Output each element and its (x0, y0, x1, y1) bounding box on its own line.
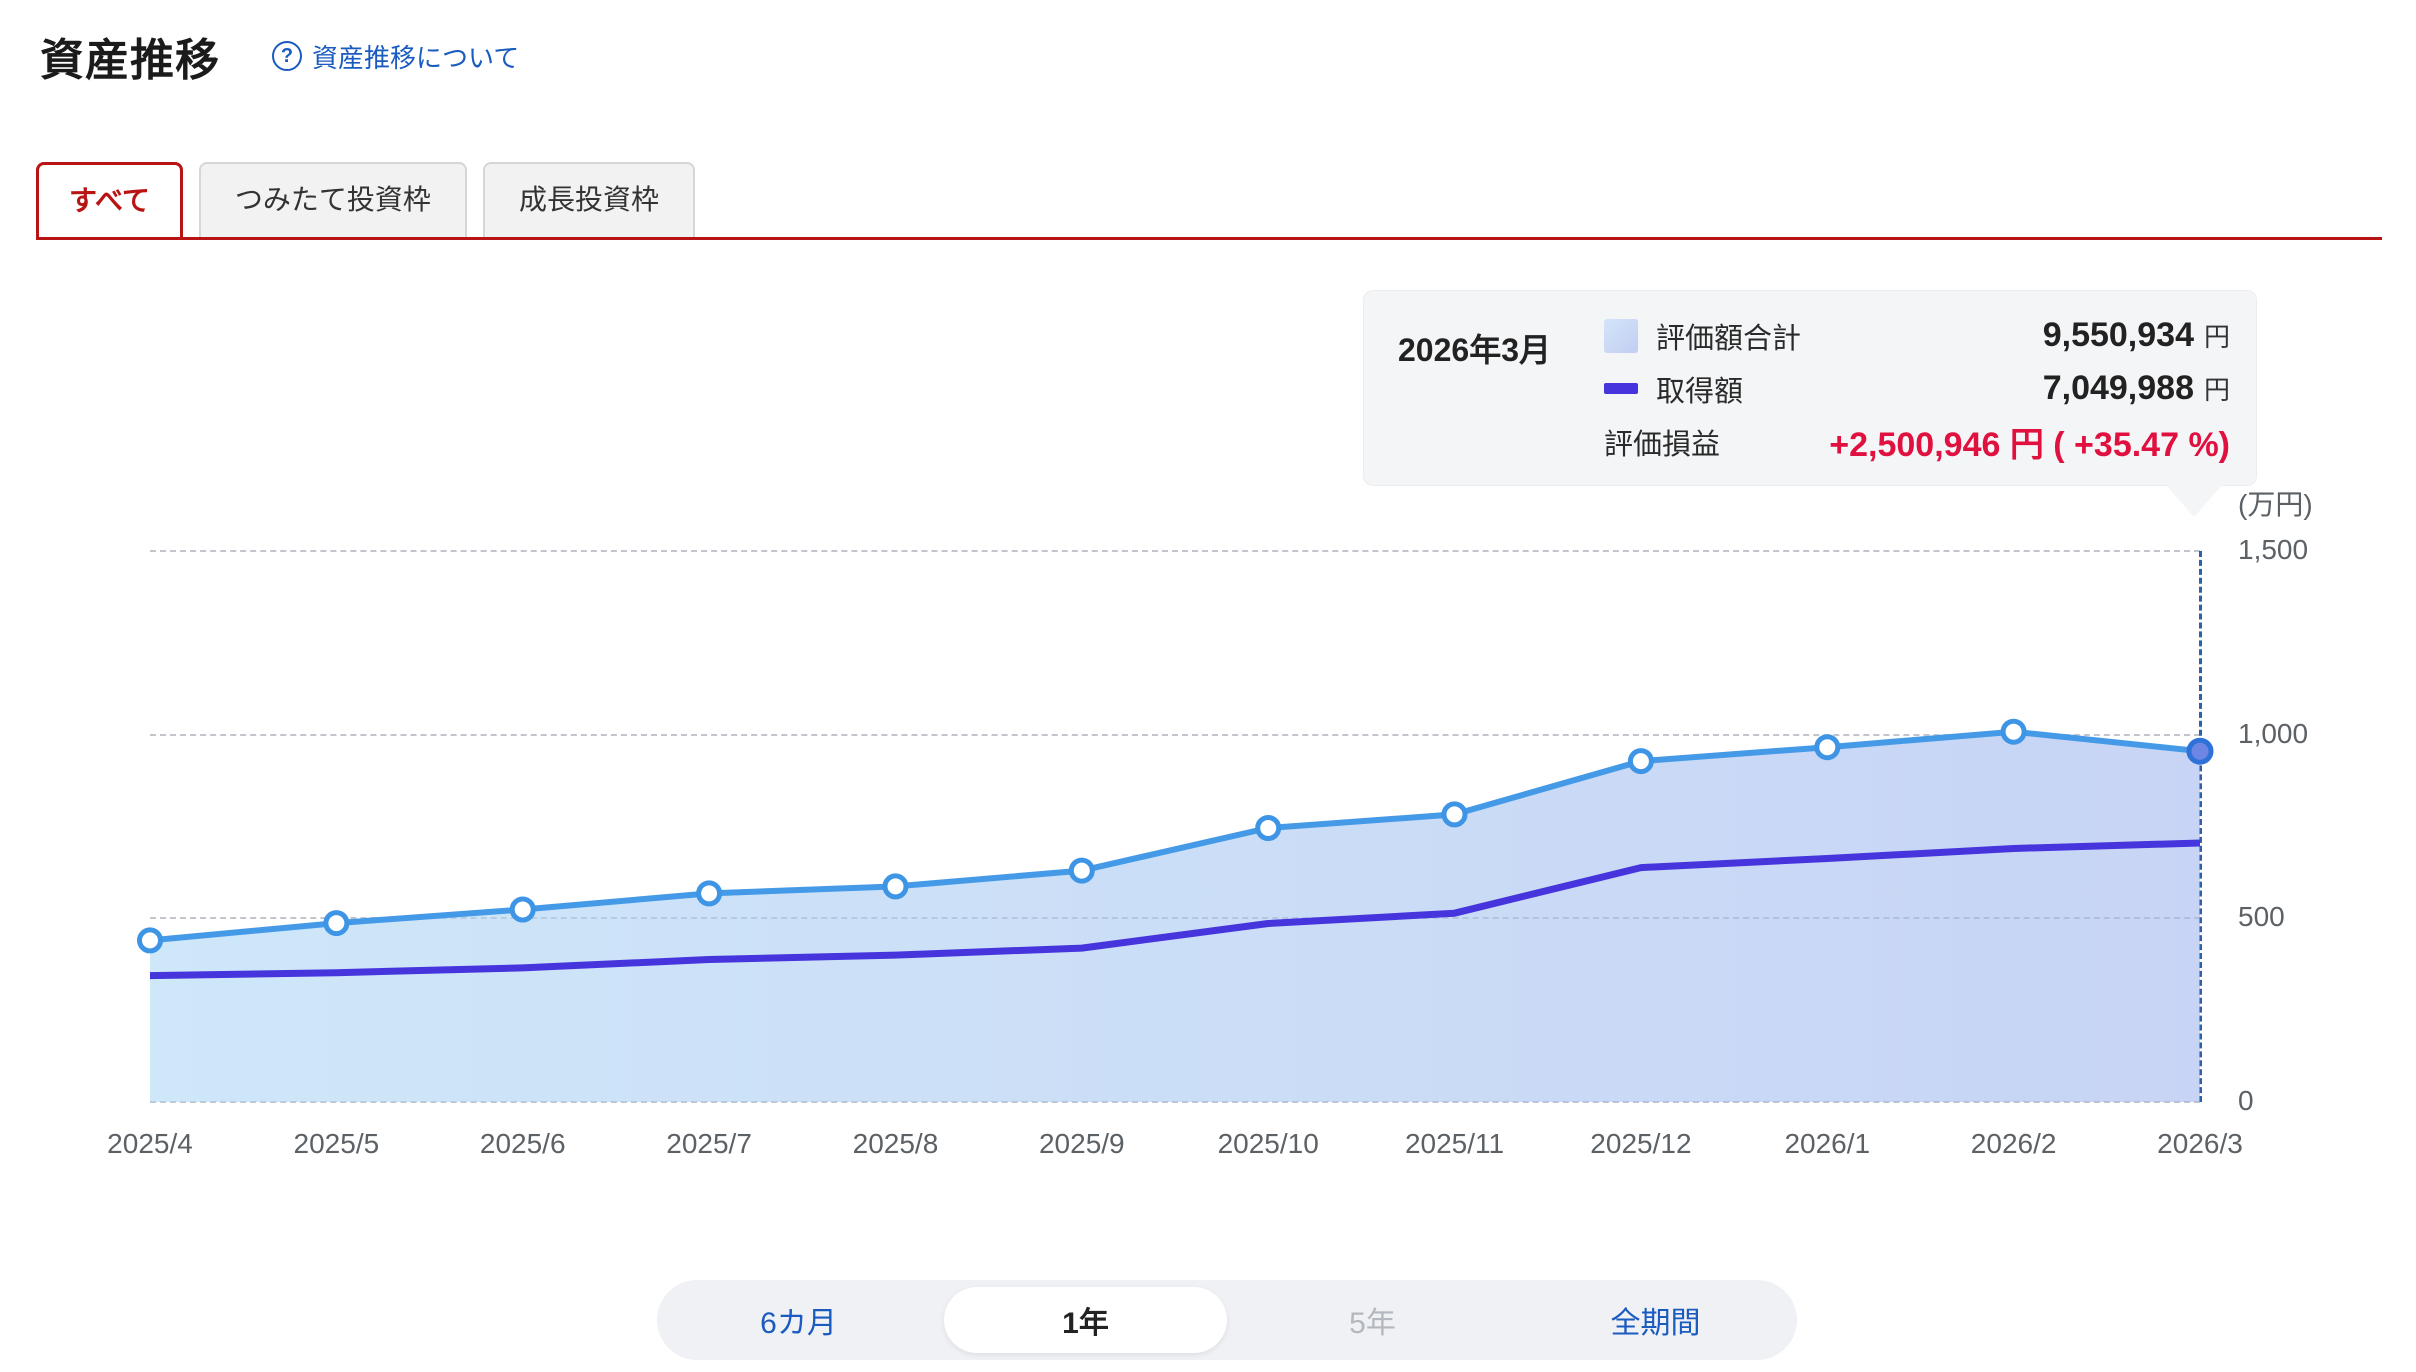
y-tick-label: 1,000 (2238, 717, 2309, 749)
period-all[interactable]: 全期間 (1514, 1287, 1797, 1353)
x-tick-label: 2025/9 (1038, 1128, 1125, 1159)
chart-tooltip: 2026年3月 評価額合計 9,550,934 円 取得額 7,049,988 円 … (1363, 290, 2257, 517)
data-point-marker[interactable] (1627, 748, 1654, 775)
data-point-marker[interactable] (137, 927, 163, 954)
acquisition-label: 取得額 (1656, 375, 1744, 408)
gridline (150, 1101, 2200, 1103)
valuation-value: 9,550,934 円 (2042, 316, 2230, 354)
valuation-line (149, 728, 2201, 944)
valuation-swatch (1604, 309, 1656, 362)
highlight-vline (2199, 551, 2202, 1102)
y-axis-unit-label: (万円) (2238, 489, 2313, 520)
asset-chart[interactable]: (万円) 0 500 1,000 1,500 2025/4 2025/5 2025/6 20… (0, 0, 2416, 1372)
data-point-marker[interactable] (323, 910, 350, 937)
y-tick-label: 0 (2238, 1085, 2254, 1116)
x-tick-label: 2025/7 (666, 1128, 752, 1159)
x-tick-label: 2025/6 (479, 1128, 566, 1159)
valuation-label: 評価額合計 (1656, 322, 1802, 355)
data-point-marker[interactable] (882, 873, 909, 900)
gridline (150, 550, 2200, 552)
tooltip-arrow (2166, 485, 2222, 517)
profit-label: 評価損益 (1604, 428, 1721, 461)
period-5years: 5年 (1349, 1307, 1396, 1340)
x-tick-label: 2025/5 (293, 1128, 380, 1159)
x-tick-label: 2026/3 (2157, 1128, 2243, 1159)
x-tick-label: 2026/2 (1970, 1128, 2057, 1159)
x-tick-label: 2025/4 (107, 1128, 193, 1159)
data-point-marker[interactable] (1255, 815, 1282, 841)
chart-canvas (137, 718, 2214, 1102)
x-tick-label: 2025/10 (1217, 1128, 1319, 1159)
x-tick-label: 2025/11 (1404, 1128, 1505, 1159)
acquisition-line (149, 839, 2201, 980)
asset-transition-page: 資産推移 ? 資産推移について すべて つみたて投資枠 成長投資枠 (万円) 0… (0, 0, 2416, 1372)
acquisition-value: 7,049,988 円 (2042, 369, 2230, 407)
period-6months[interactable]: 6カ月 (657, 1287, 940, 1353)
data-point-marker[interactable] (2000, 718, 2027, 745)
profit-value: +2,500,946 円 ( +35.47 %) (1829, 426, 2230, 464)
x-tick-label: 2025/8 (852, 1128, 939, 1159)
x-tick-label: 2026/1 (1784, 1128, 1871, 1159)
period-1year[interactable]: 1年 (944, 1287, 1227, 1353)
tooltip-date: 2026年3月 (1398, 332, 1551, 368)
x-tick-label: 2025/12 (1590, 1128, 1692, 1159)
data-point-marker[interactable] (696, 880, 723, 907)
y-tick-label: 500 (2238, 901, 2285, 933)
gridline (150, 733, 2200, 736)
period-selector: 6カ月 1年 5年 全期間 (657, 1280, 1797, 1360)
line-swatch-icon (1604, 383, 1638, 394)
data-point-marker[interactable] (1068, 857, 1095, 884)
data-point-marker[interactable] (1441, 801, 1468, 828)
area-swatch-icon (1604, 318, 1638, 353)
y-tick-label: 1,500 (2238, 534, 2309, 565)
acquisition-swatch (1604, 362, 1656, 415)
gridline (150, 917, 2200, 920)
data-point-marker[interactable] (1814, 734, 1841, 761)
